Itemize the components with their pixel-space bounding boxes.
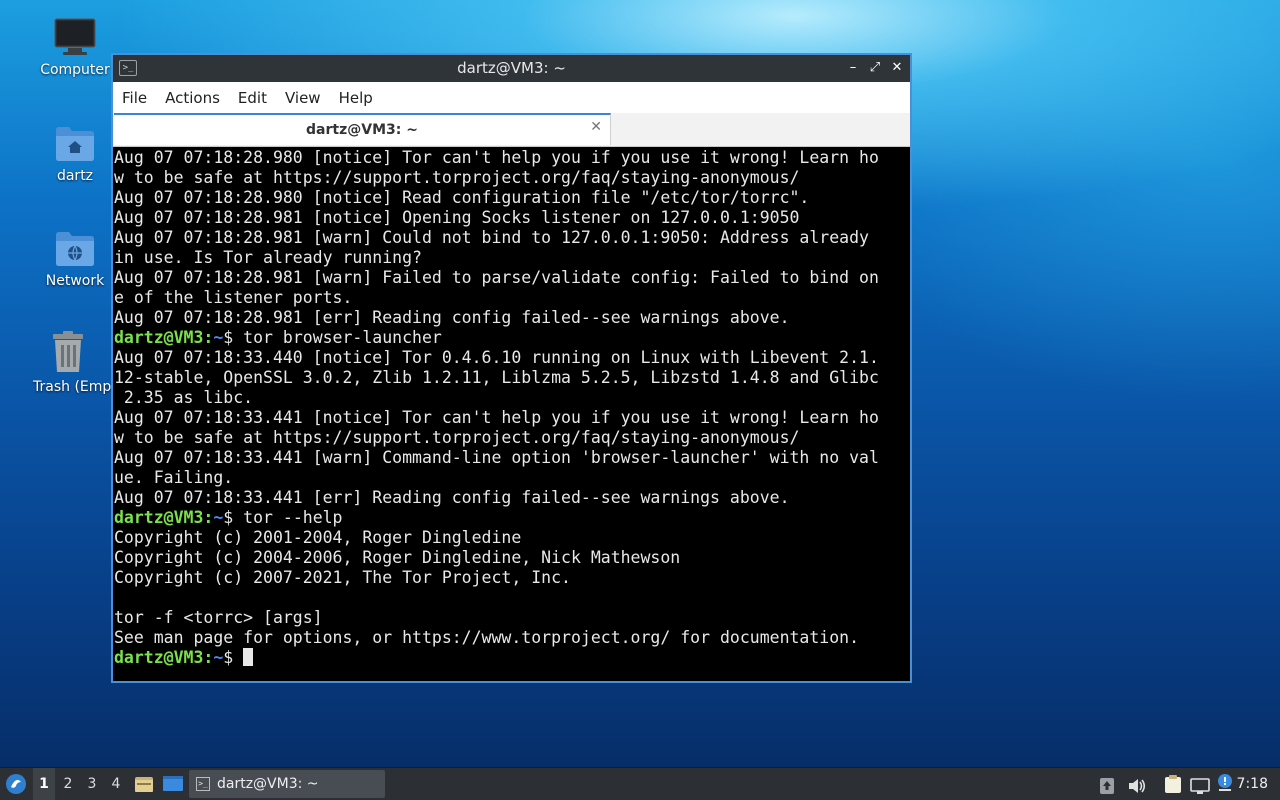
minimize-button[interactable]: – — [844, 58, 862, 78]
taskbar-task-terminal[interactable]: >_ dartz@VM3: ~ — [189, 770, 385, 798]
menu-file[interactable]: File — [113, 89, 156, 107]
file-manager-launcher[interactable] — [134, 774, 154, 794]
start-menu-icon — [6, 774, 26, 794]
desktop-icon-label: Network — [45, 273, 105, 289]
tray-clipboard[interactable] — [1163, 774, 1183, 794]
terminal-output-line: ue. Failing. — [114, 468, 234, 487]
workspace-4[interactable]: 4 — [105, 768, 127, 800]
tab-terminal[interactable]: dartz@VM3: ~ ✕ — [114, 113, 611, 145]
terminal-prompt-line: dartz@VM3:~$ tor browser-launcher — [114, 328, 910, 348]
terminal-output-line: 2.35 as libc. — [114, 388, 254, 407]
tray-updates[interactable] — [1099, 775, 1115, 794]
prompt-user: dartz@VM3 — [114, 508, 204, 527]
prompt-separator: : — [203, 648, 214, 667]
text-cursor — [243, 648, 254, 666]
terminal-window: >_ dartz@VM3: ~ – ⤢ ✕ File Actions Edit … — [111, 53, 912, 683]
tray-notifications[interactable] — [1216, 773, 1234, 793]
notification-icon — [1218, 774, 1232, 791]
command-text: tor browser-launcher — [233, 328, 442, 347]
desktop-icon-trash[interactable]: Trash (Empty) — [25, 331, 111, 395]
app-menu-button[interactable] — [4, 772, 28, 796]
terminal-output-line: Aug 07 07:18:28.981 [warn] Could not bin… — [114, 228, 869, 247]
trash-icon — [53, 331, 83, 372]
command-input[interactable] — [233, 648, 243, 667]
terminal-output[interactable]: Aug 07 07:18:28.980 [notice] Tor can't h… — [113, 147, 910, 681]
desktop-icon-home[interactable]: dartz — [25, 124, 125, 184]
prompt-separator: : — [203, 328, 214, 347]
terminal-output-line: Aug 07 07:18:28.981 [notice] Opening Soc… — [114, 208, 800, 227]
terminal-output-line: Aug 07 07:18:28.980 [notice] Tor can't h… — [114, 148, 879, 167]
tab-bar: dartz@VM3: ~ ✕ — [113, 113, 910, 147]
command-text: tor --help — [233, 508, 343, 527]
desktop-icon-label: Trash (Empty) — [33, 379, 111, 395]
workspace-1[interactable]: 1 — [33, 768, 55, 800]
prompt-user: dartz@VM3 — [114, 648, 204, 667]
prompt-path: ~ — [213, 328, 224, 347]
terminal-output-line: Aug 07 07:18:28.981 [warn] Failed to par… — [114, 268, 879, 287]
menu-actions[interactable]: Actions — [156, 89, 229, 107]
terminal-prompt-line: dartz@VM3:~$ tor --help — [114, 508, 910, 528]
show-desktop-button[interactable] — [162, 774, 184, 794]
terminal-prompt-line: dartz@VM3:~$ — [114, 648, 910, 668]
menu-view[interactable]: View — [276, 89, 330, 107]
clipboard-icon — [1165, 775, 1181, 793]
tray-volume[interactable] — [1127, 775, 1147, 793]
prompt-path: ~ — [213, 648, 224, 667]
terminal-output-line: Aug 07 07:18:28.980 [notice] Read config… — [114, 188, 810, 207]
desktop-icon — [163, 776, 183, 791]
title-bar[interactable]: >_ dartz@VM3: ~ – ⤢ ✕ — [113, 55, 910, 82]
desktop-icon-label: Computer — [40, 62, 110, 78]
tab-close-button[interactable]: ✕ — [590, 119, 602, 135]
terminal-output-line: Aug 07 07:18:33.441 [notice] Tor can't h… — [114, 408, 879, 427]
menu-bar: File Actions Edit View Help — [113, 82, 910, 113]
workspace-2[interactable]: 2 — [57, 768, 79, 800]
taskbar: 1 2 3 4 >_ dartz@VM3: ~ 7:18 — [0, 767, 1280, 800]
clock: 7:18 — [1236, 776, 1268, 792]
volume-icon — [1129, 779, 1146, 793]
terminal-icon: >_ — [196, 777, 210, 791]
terminal-output-line: Aug 07 07:18:33.441 [warn] Command-line … — [114, 448, 879, 467]
terminal-output-line: tor -f <torrc> [args] — [114, 608, 323, 627]
window-title: dartz@VM3: ~ — [457, 59, 566, 77]
prompt-separator: : — [203, 508, 214, 527]
terminal-output-line: Aug 07 07:18:28.981 [err] Reading config… — [114, 308, 790, 327]
terminal-output-line: Aug 07 07:18:33.441 [err] Reading config… — [114, 488, 790, 507]
computer-icon — [54, 18, 96, 55]
workspace-3[interactable]: 3 — [81, 768, 103, 800]
terminal-output-line: Copyright (c) 2004-2006, Roger Dingledin… — [114, 548, 681, 567]
prompt-user: dartz@VM3 — [114, 328, 204, 347]
prompt-symbol: $ — [223, 328, 234, 347]
prompt-symbol: $ — [223, 648, 234, 667]
terminal-output-line: w to be safe at https://support.torproje… — [114, 428, 800, 447]
close-button[interactable]: ✕ — [888, 58, 906, 78]
desktop-icon-computer[interactable]: Computer — [25, 18, 125, 78]
task-label: dartz@VM3: ~ — [217, 776, 319, 792]
terminal-output-line: e of the listener ports. — [114, 288, 353, 307]
file-manager-icon — [135, 777, 153, 792]
updates-icon — [1100, 778, 1114, 794]
maximize-button[interactable]: ⤢ — [866, 58, 884, 78]
network-folder-icon — [56, 232, 94, 266]
prompt-symbol: $ — [223, 508, 234, 527]
tray-network[interactable] — [1190, 775, 1210, 794]
terminal-output-line: Copyright (c) 2001-2004, Roger Dingledin… — [114, 528, 522, 547]
terminal-output-line: Aug 07 07:18:33.440 [notice] Tor 0.4.6.1… — [114, 348, 879, 367]
network-icon — [1190, 778, 1210, 794]
terminal-output-line: in use. Is Tor already running? — [114, 248, 422, 267]
terminal-output-line: See man page for options, or https://www… — [114, 628, 860, 647]
home-folder-icon — [56, 127, 94, 161]
prompt-path: ~ — [213, 508, 224, 527]
desktop-icon-network[interactable]: Network — [25, 229, 125, 289]
window-controls: – ⤢ ✕ — [844, 58, 906, 78]
menu-help[interactable]: Help — [330, 89, 382, 107]
terminal-output-line: w to be safe at https://support.torproje… — [114, 168, 800, 187]
terminal-output-line: Copyright (c) 2007-2021, The Tor Project… — [114, 568, 571, 587]
terminal-output-line: 12-stable, OpenSSL 3.0.2, Zlib 1.2.11, L… — [114, 368, 879, 387]
tab-label: dartz@VM3: ~ — [306, 122, 418, 138]
menu-edit[interactable]: Edit — [229, 89, 276, 107]
desktop-icon-label: dartz — [56, 168, 94, 184]
